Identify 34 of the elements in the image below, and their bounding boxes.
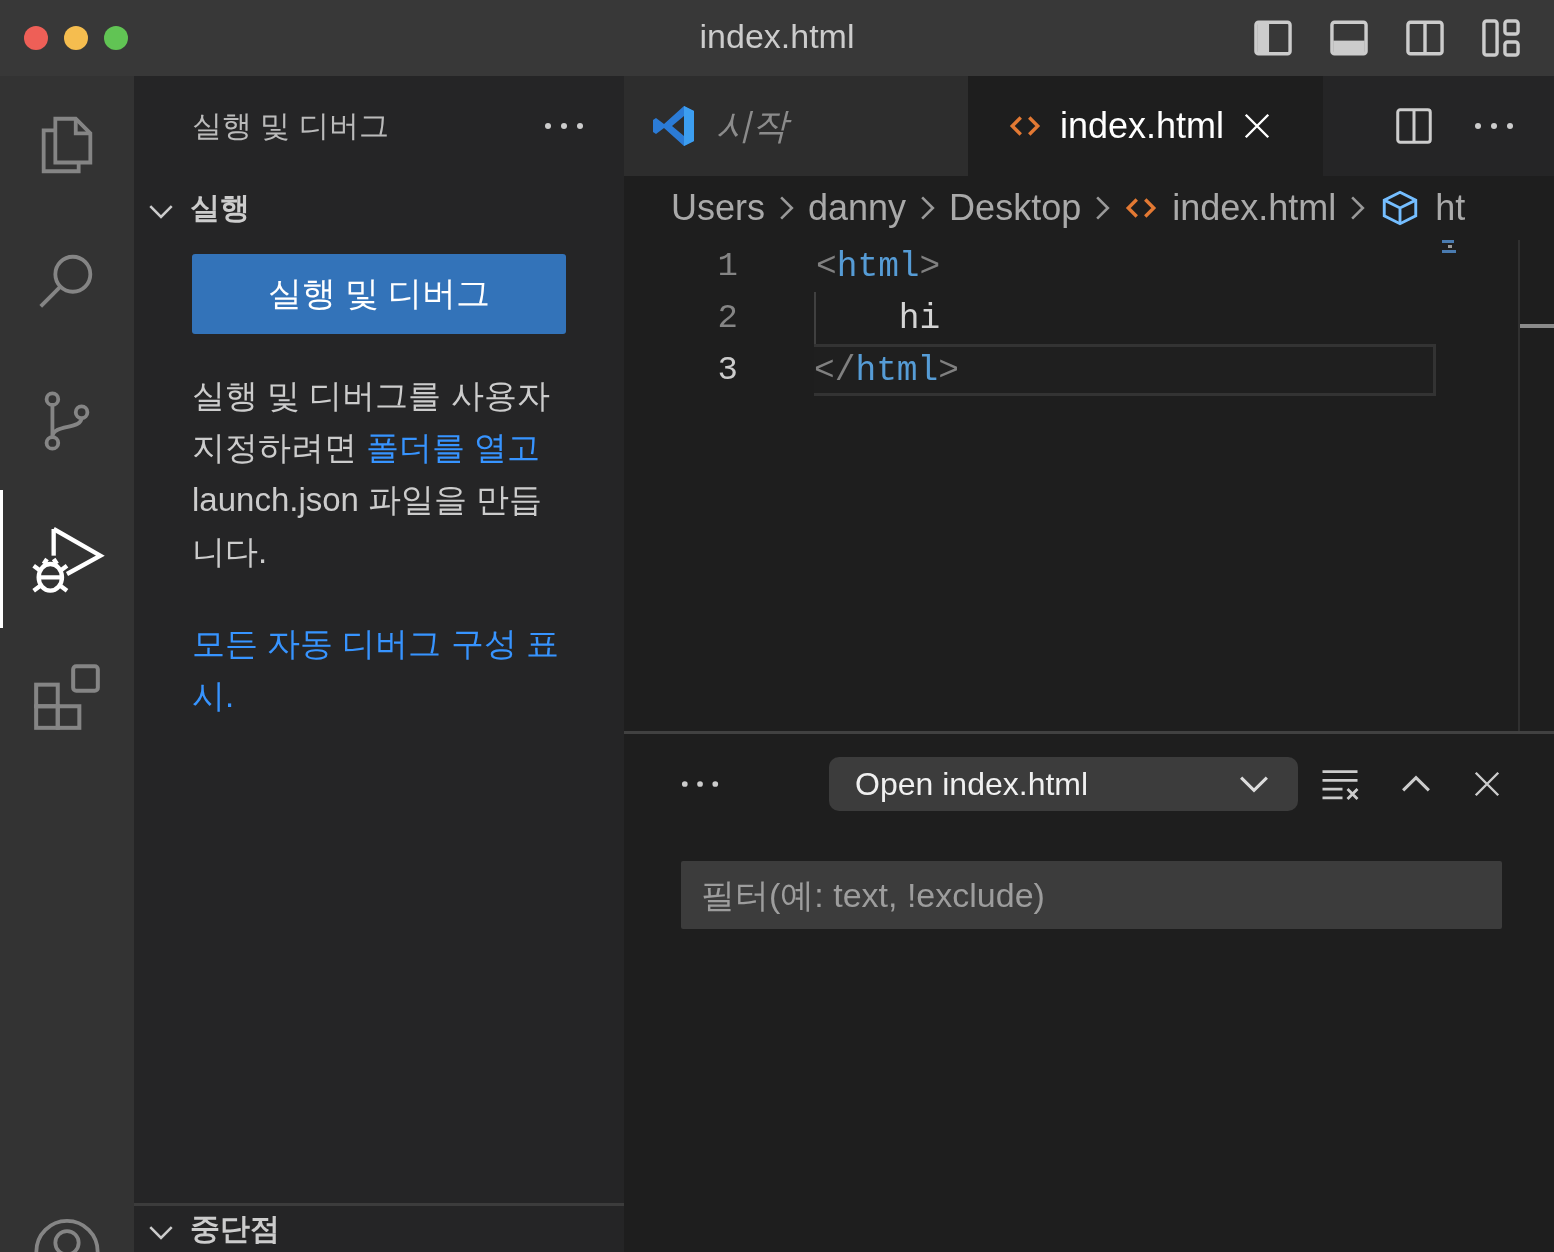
line-number: 3	[716, 351, 738, 389]
filter-field[interactable]: 필터(예: text, !exclude)	[681, 861, 1502, 929]
more-icon[interactable]	[544, 121, 584, 131]
breadcrumb[interactable]: danny	[808, 187, 907, 229]
close-button[interactable]	[24, 26, 48, 50]
window-title: index.html	[699, 17, 855, 56]
account-icon[interactable]	[32, 1216, 102, 1252]
breadcrumb[interactable]: index.html	[1172, 187, 1337, 229]
line-number: 2	[716, 299, 738, 337]
section-title[interactable]: 실행	[190, 187, 250, 229]
close-icon[interactable]	[1472, 769, 1502, 799]
code-line: hi	[897, 298, 941, 338]
output-channel-dropdown[interactable]: Open index.html	[829, 757, 1298, 811]
show-debug-configs-link[interactable]: 모든 자동 디버그 구성 표시.	[192, 618, 576, 722]
split-editor-icon[interactable]	[1394, 106, 1434, 146]
section-title[interactable]: 중단점	[190, 1208, 280, 1250]
minimize-button[interactable]	[64, 26, 88, 50]
code-line: <html>	[816, 246, 941, 286]
sidebar-title: 실행 및 디버그	[192, 107, 389, 144]
layout-icon[interactable]	[1480, 17, 1522, 59]
more-icon[interactable]	[681, 779, 720, 789]
more-icon[interactable]	[1474, 121, 1514, 131]
minimap-drawing	[1442, 240, 1458, 254]
run-debug-button[interactable]: 실행 및 디버그	[192, 254, 566, 334]
line-number: 1	[716, 247, 738, 285]
breadcrumb[interactable]: Desktop	[949, 187, 1082, 229]
code-line: </html>	[814, 350, 959, 390]
editor-tab[interactable]: index.html	[968, 76, 1323, 176]
zoom-button[interactable]	[104, 26, 128, 50]
help-text: 실행 및 디버그를 사용자 지정하려면 폴더를 열고 launch.json 파일을 만듭니다.	[192, 376, 551, 572]
editor-tab[interactable]: 시작	[624, 76, 968, 176]
breadcrumb[interactable]: ht	[1435, 187, 1466, 229]
open-folder-link[interactable]: 폴더를 열고	[366, 429, 541, 466]
breadcrumb[interactable]: Users	[671, 187, 765, 229]
